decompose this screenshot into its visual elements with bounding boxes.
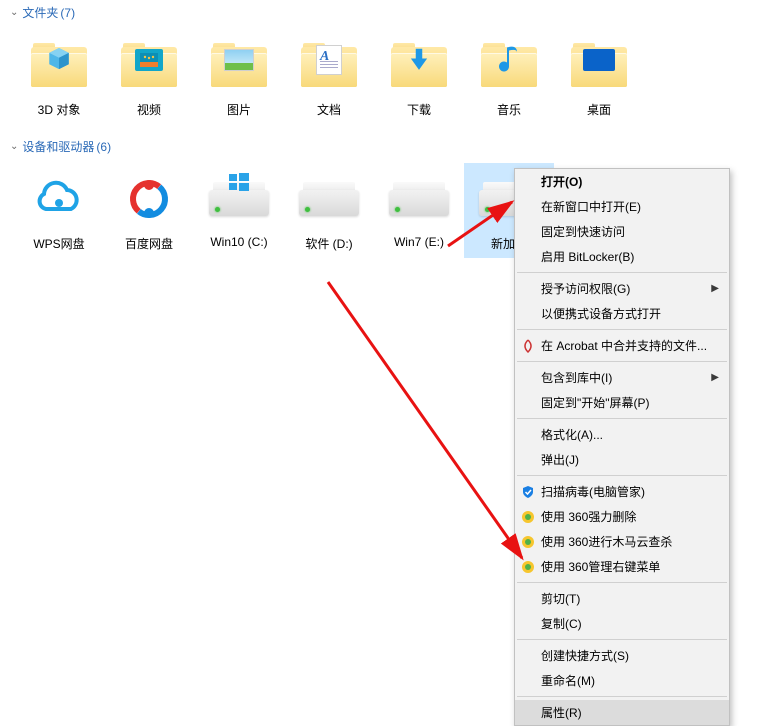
- shield-icon: [520, 484, 536, 500]
- submenu-arrow-icon: ▶: [711, 372, 719, 383]
- section-header-folders[interactable]: ⌄ 文件夹 (7): [0, 0, 771, 25]
- wps-cloud-icon: [27, 169, 91, 229]
- item-label: 文档: [317, 101, 341, 118]
- item-label: 软件 (D:): [305, 235, 352, 252]
- folder-icon: [387, 35, 451, 95]
- drive-win10-c[interactable]: Win10 (C:): [194, 163, 284, 258]
- menu-pin-start[interactable]: 固定到"开始"屏幕(P): [515, 390, 729, 415]
- monitor-icon: [583, 49, 615, 71]
- drive-software-d[interactable]: 软件 (D:): [284, 163, 374, 258]
- drive-icon: [207, 169, 271, 229]
- folders-items: 3D 对象 视频 图片 A: [0, 25, 771, 134]
- baidu-netdisk-icon: [117, 169, 181, 229]
- item-label: 3D 对象: [38, 101, 81, 118]
- section-header-drives[interactable]: ⌄ 设备和驱动器 (6): [0, 134, 771, 159]
- menu-eject[interactable]: 弹出(J): [515, 447, 729, 472]
- section-count: (7): [60, 6, 75, 20]
- item-label: 图片: [227, 101, 251, 118]
- folder-downloads[interactable]: 下载: [374, 29, 464, 124]
- menu-grant-access[interactable]: 授予访问权限(G)▶: [515, 276, 729, 301]
- document-icon: A: [316, 45, 342, 75]
- menu-360-delete[interactable]: 使用 360强力删除: [515, 504, 729, 529]
- menu-scan-virus[interactable]: 扫描病毒(电脑管家): [515, 479, 729, 504]
- menu-separator: [517, 582, 727, 583]
- folder-videos[interactable]: 视频: [104, 29, 194, 124]
- menu-rename[interactable]: 重命名(M): [515, 668, 729, 693]
- folder-icon: [207, 35, 271, 95]
- menu-include-library[interactable]: 包含到库中(I)▶: [515, 365, 729, 390]
- item-label: 视频: [137, 101, 161, 118]
- context-menu: 打开(O) 在新窗口中打开(E) 固定到快速访问 启用 BitLocker(B)…: [514, 168, 730, 726]
- menu-360-context-manage[interactable]: 使用 360管理右键菜单: [515, 554, 729, 579]
- folder-documents[interactable]: A 文档: [284, 29, 374, 124]
- 360-icon: [520, 559, 536, 575]
- chevron-down-icon: ⌄: [10, 141, 18, 152]
- 360-icon: [520, 509, 536, 525]
- menu-360-trojan-scan[interactable]: 使用 360进行木马云查杀: [515, 529, 729, 554]
- menu-separator: [517, 696, 727, 697]
- cube-3d-icon: [46, 45, 72, 71]
- item-label: Win7 (E:): [394, 235, 444, 249]
- folder-icon: [27, 35, 91, 95]
- item-label: WPS网盘: [33, 235, 84, 252]
- drive-win7-e[interactable]: Win7 (E:): [374, 163, 464, 258]
- annotation-arrow-icon: [322, 276, 542, 576]
- section-count: (6): [96, 140, 111, 154]
- film-icon: [135, 49, 163, 71]
- menu-separator: [517, 361, 727, 362]
- download-arrow-icon: [406, 45, 432, 71]
- folder-3d-objects[interactable]: 3D 对象: [14, 29, 104, 124]
- section-title: 设备和驱动器: [22, 138, 94, 155]
- chevron-down-icon: ⌄: [10, 7, 18, 18]
- menu-open[interactable]: 打开(O): [515, 169, 729, 194]
- folder-icon: [477, 35, 541, 95]
- submenu-arrow-icon: ▶: [711, 283, 719, 294]
- menu-open-portable[interactable]: 以便携式设备方式打开: [515, 301, 729, 326]
- windows-logo-icon: [229, 172, 249, 192]
- photo-icon: [224, 49, 254, 71]
- item-label: 百度网盘: [125, 235, 173, 252]
- item-label: 音乐: [497, 101, 521, 118]
- section-title: 文件夹: [22, 4, 58, 21]
- menu-cut[interactable]: 剪切(T): [515, 586, 729, 611]
- acrobat-icon: [520, 338, 536, 354]
- drive-icon: [297, 169, 361, 229]
- 360-icon: [520, 534, 536, 550]
- menu-separator: [517, 418, 727, 419]
- menu-separator: [517, 639, 727, 640]
- item-label: 桌面: [587, 101, 611, 118]
- menu-separator: [517, 475, 727, 476]
- menu-create-shortcut[interactable]: 创建快捷方式(S): [515, 643, 729, 668]
- menu-separator: [517, 272, 727, 273]
- drive-icon: [387, 169, 451, 229]
- folder-pictures[interactable]: 图片: [194, 29, 284, 124]
- menu-properties[interactable]: 属性(R): [515, 700, 729, 725]
- item-label: Win10 (C:): [210, 235, 267, 249]
- folder-icon: [567, 35, 631, 95]
- folder-music[interactable]: 音乐: [464, 29, 554, 124]
- folder-icon: A: [297, 35, 361, 95]
- menu-open-new-window[interactable]: 在新窗口中打开(E): [515, 194, 729, 219]
- menu-copy[interactable]: 复制(C): [515, 611, 729, 636]
- music-note-icon: [497, 44, 521, 72]
- menu-pin-quick-access[interactable]: 固定到快速访问: [515, 219, 729, 244]
- menu-separator: [517, 329, 727, 330]
- menu-enable-bitlocker[interactable]: 启用 BitLocker(B): [515, 244, 729, 269]
- menu-format[interactable]: 格式化(A)...: [515, 422, 729, 447]
- item-label: 下载: [407, 101, 431, 118]
- folder-desktop[interactable]: 桌面: [554, 29, 644, 124]
- drive-wps-netdisk[interactable]: WPS网盘: [14, 163, 104, 258]
- folder-icon: [117, 35, 181, 95]
- menu-acrobat-combine[interactable]: 在 Acrobat 中合并支持的文件...: [515, 333, 729, 358]
- drive-baidu-netdisk[interactable]: 百度网盘: [104, 163, 194, 258]
